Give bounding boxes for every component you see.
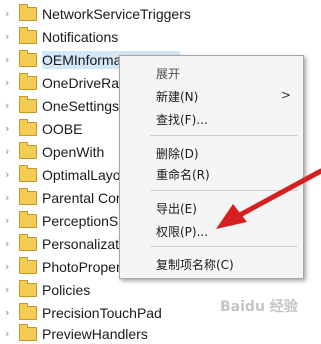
menu-item-permissions[interactable]: 权限(P)... xyxy=(120,221,303,241)
folder-icon xyxy=(19,188,37,205)
tree-item-label: PreviewHandlers xyxy=(42,326,148,342)
folder-icon xyxy=(19,73,37,90)
tree-item-label: PrecisionTouchPad xyxy=(42,305,162,321)
chevron-right-icon[interactable]: › xyxy=(5,261,9,273)
menu-item-find[interactable]: 查找(F)... xyxy=(120,109,303,129)
menu-item-label: 重命名(R) xyxy=(156,168,210,182)
folder-icon xyxy=(19,303,37,320)
tree-item-networkservicetriggers[interactable]: › NetworkServiceTriggers xyxy=(0,4,321,24)
menu-item-rename[interactable]: 重命名(R) xyxy=(120,164,303,184)
folder-icon xyxy=(19,119,37,136)
folder-icon xyxy=(19,96,37,113)
tree-item-label: OpenWith xyxy=(42,144,105,160)
menu-item-label: 查找(F)... xyxy=(156,113,208,127)
chevron-right-icon[interactable]: › xyxy=(5,169,9,181)
menu-item-expand[interactable]: 展开 xyxy=(120,63,303,83)
tree-item-label: OOBE xyxy=(42,121,83,137)
menu-item-label: 导出(E) xyxy=(156,202,197,216)
menu-separator xyxy=(150,246,298,247)
folder-icon xyxy=(19,142,37,159)
folder-icon xyxy=(19,4,37,21)
menu-item-label: 展开 xyxy=(156,67,181,81)
tree-item-label: OneSettings xyxy=(42,98,120,114)
folder-icon xyxy=(19,165,37,182)
menu-item-label: 删除(D) xyxy=(156,147,199,161)
context-menu: 展开 新建(N) > 查找(F)... 删除(D) 重命名(R) 导出(E) 权… xyxy=(119,55,304,279)
menu-item-new[interactable]: 新建(N) > xyxy=(120,86,303,106)
folder-icon xyxy=(19,257,37,274)
submenu-arrow-icon: > xyxy=(280,88,291,102)
chevron-right-icon[interactable]: › xyxy=(5,238,9,250)
folder-icon xyxy=(19,280,37,297)
menu-separator xyxy=(150,135,298,136)
menu-item-export[interactable]: 导出(E) xyxy=(120,198,303,218)
menu-item-label: 新建(N) xyxy=(156,90,199,104)
chevron-right-icon[interactable]: › xyxy=(5,146,9,158)
menu-item-copy-key-name[interactable]: 复制项名称(C) xyxy=(120,254,303,274)
chevron-right-icon[interactable]: › xyxy=(5,192,9,204)
watermark: Baidu 经验 xyxy=(220,299,298,315)
menu-separator xyxy=(150,190,298,191)
folder-icon xyxy=(19,234,37,251)
chevron-right-icon[interactable]: › xyxy=(5,307,9,319)
chevron-right-icon[interactable]: › xyxy=(5,123,9,135)
chevron-right-icon[interactable]: › xyxy=(5,77,9,89)
tree-item-label: Notifications xyxy=(42,29,119,45)
chevron-right-icon[interactable]: › xyxy=(5,54,9,66)
tree-item-previewhandlers[interactable]: › PreviewHandlers xyxy=(0,324,321,344)
tree-item-notifications[interactable]: › Notifications xyxy=(0,27,321,47)
menu-item-delete[interactable]: 删除(D) xyxy=(120,143,303,163)
tree-item-label: Policies xyxy=(42,282,91,298)
chevron-right-icon[interactable]: › xyxy=(5,31,9,43)
folder-icon xyxy=(19,324,37,341)
tree-item-label: NetworkServiceTriggers xyxy=(42,6,191,22)
menu-item-label: 权限(P)... xyxy=(156,225,209,239)
chevron-right-icon[interactable]: › xyxy=(5,100,9,112)
chevron-right-icon[interactable]: › xyxy=(5,8,9,20)
menu-item-label: 复制项名称(C) xyxy=(156,258,234,272)
folder-icon xyxy=(19,211,37,228)
chevron-right-icon[interactable]: › xyxy=(5,215,9,227)
folder-icon xyxy=(19,27,37,44)
folder-icon xyxy=(19,50,37,67)
chevron-right-icon[interactable]: › xyxy=(5,284,9,296)
